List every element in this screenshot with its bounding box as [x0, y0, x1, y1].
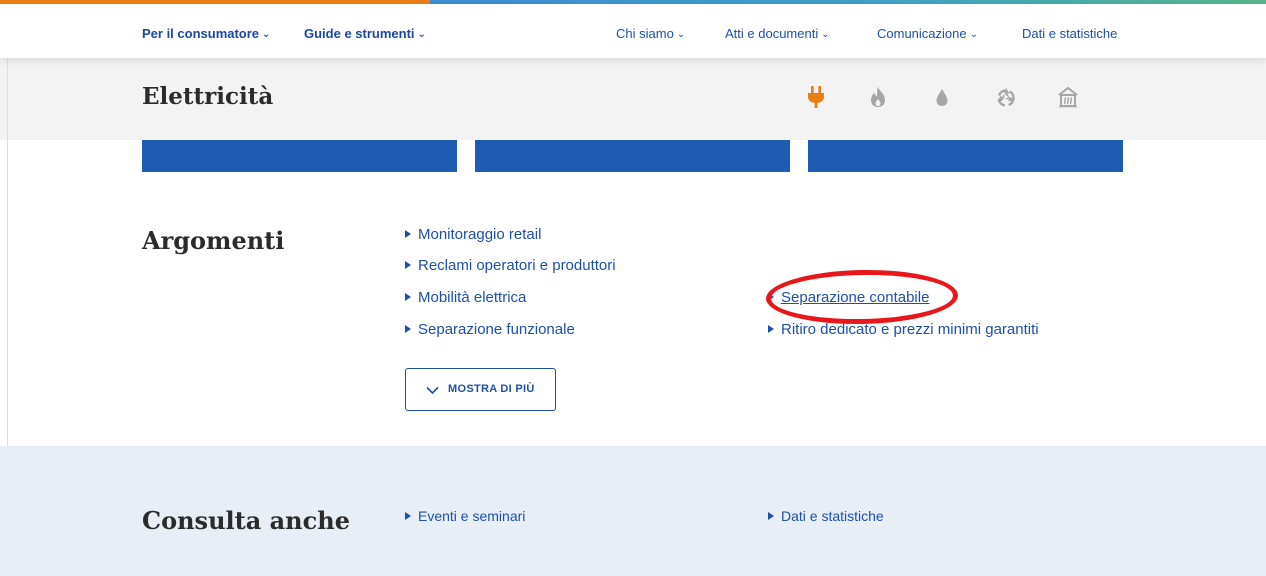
nav-atti-e-documenti[interactable]: Atti e documenti ⌄: [725, 26, 830, 41]
link-separazione-funzionale[interactable]: Separazione funzionale: [405, 321, 575, 338]
triangle-right-icon: [768, 512, 774, 520]
link-ritiro-dedicato[interactable]: Ritiro dedicato e prezzi minimi garantit…: [768, 321, 1039, 338]
water-drop-icon[interactable]: [929, 84, 955, 110]
feature-tile-3[interactable]: [808, 140, 1123, 172]
triangle-right-icon: [405, 261, 411, 269]
nav-chi-siamo[interactable]: Chi siamo ⌄: [616, 26, 685, 41]
chevron-down-icon: ⌄: [821, 29, 830, 40]
page-edge-divider: [0, 58, 8, 446]
triangle-right-icon: [405, 325, 411, 333]
triangle-right-icon: [768, 325, 774, 333]
chevron-down-icon: ⌄: [676, 29, 686, 40]
triangle-right-icon: [768, 293, 774, 301]
chevron-down-icon: ⌄: [969, 29, 978, 40]
top-navigation: Per il consumatore ⌄ Guide e strumenti ⌄ C…: [0, 4, 1266, 58]
nav-dati-e-statistiche[interactable]: Dati e statistiche: [1022, 26, 1117, 41]
chevron-down-icon: ⌄: [262, 29, 271, 40]
chevron-down-icon: [426, 382, 439, 400]
nav-per-il-consumatore[interactable]: Per il consumatore ⌄: [142, 26, 270, 41]
link-eventi-e-seminari[interactable]: Eventi e seminari: [405, 508, 525, 524]
flame-icon[interactable]: [865, 84, 891, 110]
show-more-label: MOSTRA DI PIÙ: [448, 383, 535, 395]
feature-tile-2[interactable]: [475, 140, 790, 172]
plug-icon[interactable]: [803, 84, 829, 110]
link-monitoraggio-retail[interactable]: Monitoraggio retail: [405, 226, 541, 243]
triangle-right-icon: [405, 512, 411, 520]
feature-tile-1[interactable]: [142, 140, 457, 172]
section-title-consulta-anche: Consulta anche: [142, 506, 350, 535]
district-heating-icon[interactable]: [1055, 84, 1081, 110]
sector-header: Elettricità: [0, 58, 1266, 140]
nav-guide-e-strumenti[interactable]: Guide e strumenti ⌄: [304, 26, 426, 41]
chevron-down-icon: ⌄: [417, 29, 426, 40]
link-reclami-operatori[interactable]: Reclami operatori e produttori: [405, 257, 616, 274]
show-more-button[interactable]: MOSTRA DI PIÙ: [405, 368, 556, 411]
nav-comunicazione[interactable]: Comunicazione ⌄: [877, 26, 978, 41]
triangle-right-icon: [405, 230, 411, 238]
consulta-anche-section: Consulta anche Eventi e seminari Dati e …: [0, 446, 1266, 576]
link-mobilita-elettrica[interactable]: Mobilità elettrica: [405, 289, 526, 306]
link-separazione-contabile[interactable]: Separazione contabile: [768, 289, 929, 306]
link-dati-e-statistiche[interactable]: Dati e statistiche: [768, 508, 884, 524]
triangle-right-icon: [405, 293, 411, 301]
section-title-argomenti: Argomenti: [142, 226, 285, 255]
recycle-icon[interactable]: [993, 84, 1019, 110]
page-title: Elettricità: [142, 83, 274, 110]
